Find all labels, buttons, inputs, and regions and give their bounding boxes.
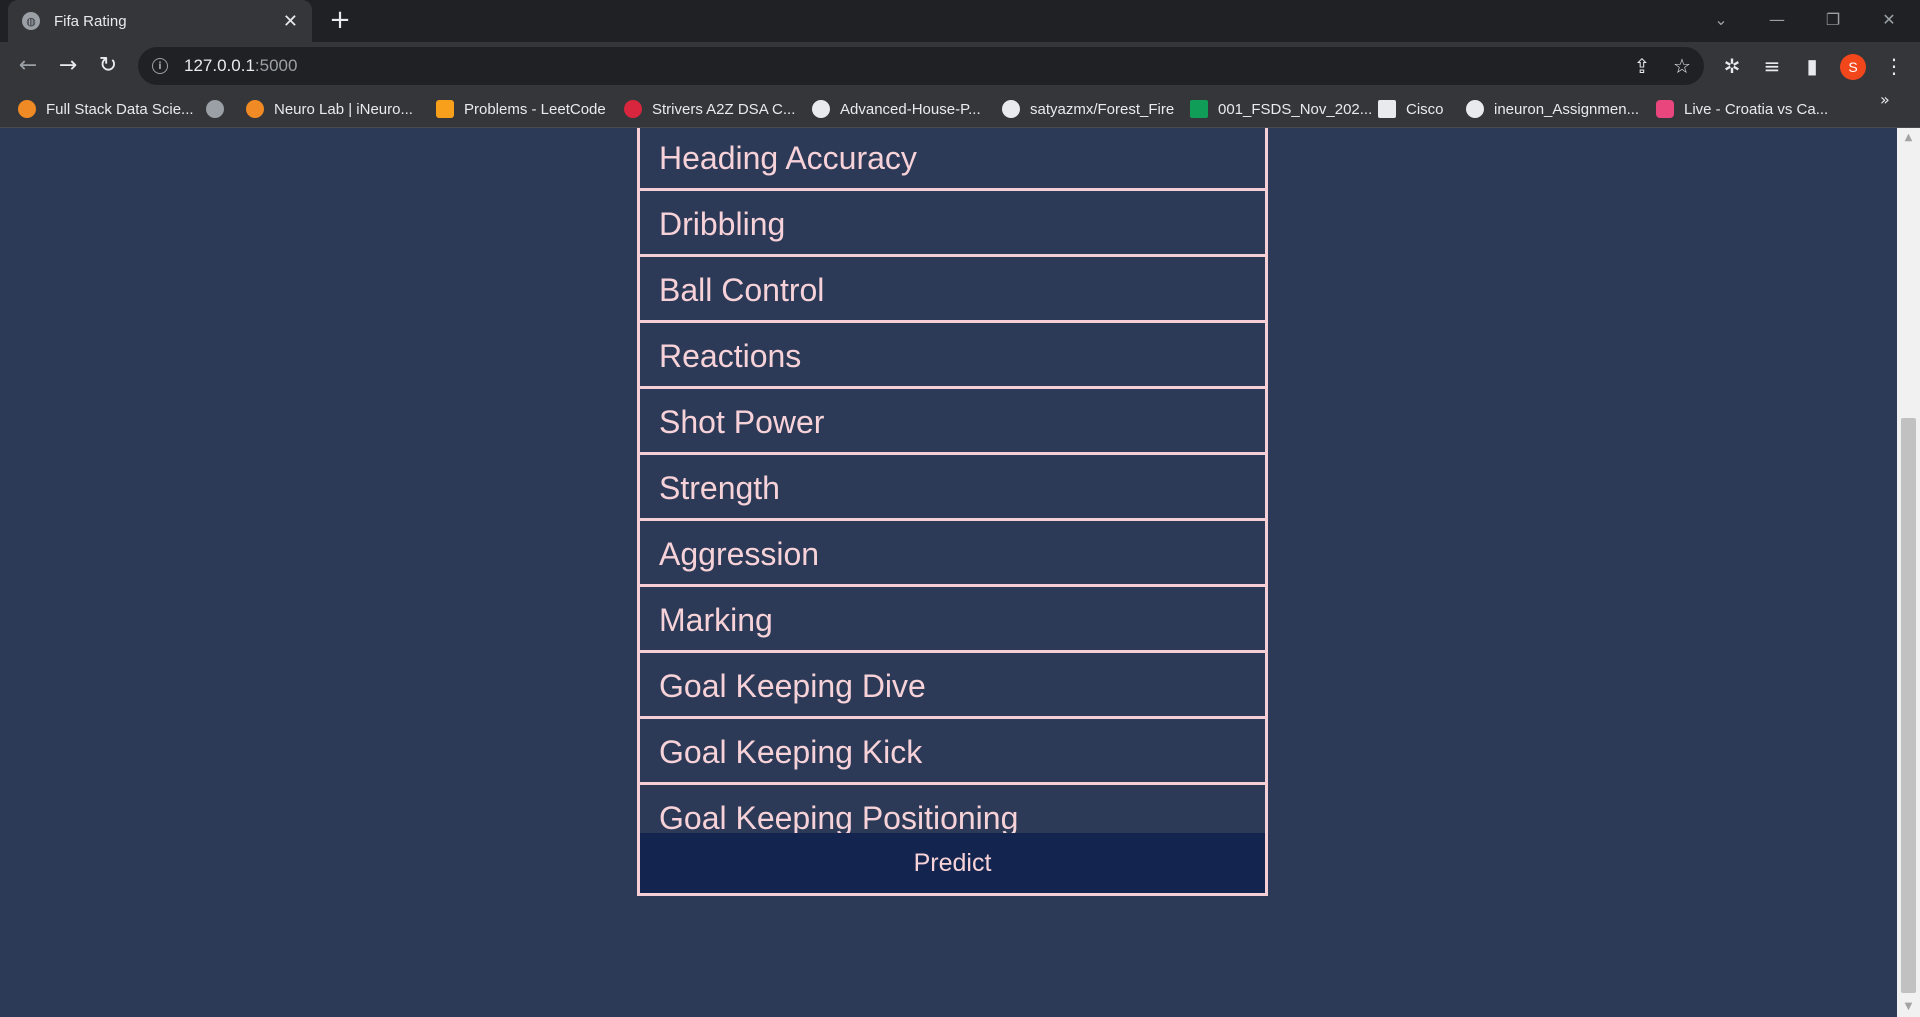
minimize-button[interactable]: — [1752, 4, 1802, 36]
cisco-icon [1378, 100, 1396, 118]
strength-input[interactable]: Strength [640, 458, 1265, 521]
heading-accuracy-input[interactable]: Heading Accuracy [640, 128, 1265, 191]
github-icon [1466, 100, 1484, 118]
bookmark-label: 001_FSDS_Nov_202... [1218, 100, 1373, 118]
bookmark-label: Strivers A2Z DSA C... [652, 100, 796, 118]
browser-toolbar: ← → ↻ i 127.0.0.1:5000 ⇪ ☆ ✲ ≡ ▮ S ⋮ [0, 42, 1920, 90]
rating-form: Heading Accuracy Dribbling Ball Control … [637, 128, 1268, 896]
leetcode-icon [436, 100, 454, 118]
globe-icon [206, 100, 224, 118]
bookmark-item[interactable]: Advanced-House-P... [812, 90, 981, 128]
bookmark-item[interactable]: Cisco [1378, 90, 1444, 128]
bookmark-item[interactable]: Full Stack Data Scie... [18, 90, 194, 128]
bookmark-star-icon[interactable]: ☆ [1668, 52, 1696, 80]
url-port: :5000 [254, 56, 298, 75]
live-tv-icon [1656, 100, 1674, 118]
site-info-icon[interactable]: i [152, 58, 168, 74]
bookmark-item[interactable]: satyazmx/Forest_Fire [1002, 90, 1174, 128]
bookmark-label: Cisco [1406, 100, 1444, 118]
bookmark-label: Problems - LeetCode [464, 100, 606, 118]
bookmark-label: Neuro Lab | iNeuro... [274, 100, 413, 118]
browser-menu-icon[interactable]: ⋮ [1878, 50, 1910, 82]
bookmark-item[interactable]: Problems - LeetCode [436, 90, 606, 128]
github-icon [1002, 100, 1020, 118]
reading-list-icon[interactable]: ≡ [1756, 50, 1788, 82]
ineuron-icon [18, 100, 36, 118]
back-button[interactable]: ← [12, 50, 44, 82]
bookmark-item[interactable]: 001_FSDS_Nov_202... [1190, 90, 1372, 128]
window-close-button[interactable]: ✕ [1864, 4, 1914, 36]
forward-button[interactable]: → [52, 50, 84, 82]
takeuforward-icon [624, 100, 642, 118]
bookmark-label: satyazmx/Forest_Fire [1030, 100, 1175, 118]
goal-keeping-positioning-input[interactable]: Goal Keeping Positioning [640, 788, 1265, 836]
ineuron-icon [246, 100, 264, 118]
reactions-input[interactable]: Reactions [640, 326, 1265, 389]
bookmark-label: Advanced-House-P... [840, 100, 981, 118]
github-icon [812, 100, 830, 118]
scrollbar-thumb[interactable] [1901, 418, 1916, 993]
url-host: 127.0.0.1 [184, 56, 255, 75]
browser-title-bar: ◍ Fifa Rating ✕ + ⌄ — ❐ ✕ [0, 0, 1920, 42]
shot-power-input[interactable]: Shot Power [640, 392, 1265, 455]
tab-close-icon[interactable]: ✕ [283, 11, 298, 32]
dribbling-input[interactable]: Dribbling [640, 194, 1265, 257]
bookmarks-bar: Full Stack Data Scie... Neuro Lab | iNeu… [0, 90, 1920, 128]
aggression-input[interactable]: Aggression [640, 524, 1265, 587]
bookmarks-overflow-icon[interactable]: » [1880, 90, 1890, 128]
profile-avatar[interactable]: S [1840, 54, 1866, 80]
globe-icon: ◍ [22, 12, 40, 30]
bookmark-item[interactable]: Live - Croatia vs Ca... [1656, 90, 1828, 128]
page-scrollbar[interactable]: ▲ ▼ [1897, 128, 1920, 1017]
marking-input[interactable]: Marking [640, 590, 1265, 653]
ball-control-input[interactable]: Ball Control [640, 260, 1265, 323]
scroll-up-arrow-icon[interactable]: ▲ [1897, 128, 1920, 148]
predict-button[interactable]: Predict [640, 833, 1265, 893]
tab-title: Fifa Rating [54, 12, 127, 30]
tab-search-icon[interactable]: ⌄ [1696, 4, 1746, 36]
bookmark-item[interactable] [206, 90, 234, 128]
address-bar[interactable]: i 127.0.0.1:5000 ⇪ ☆ [138, 47, 1704, 85]
bookmark-label: Live - Croatia vs Ca... [1684, 100, 1829, 118]
bookmark-item[interactable]: ineuron_Assignmen... [1466, 90, 1639, 128]
extensions-icon[interactable]: ✲ [1716, 50, 1748, 82]
new-tab-button[interactable]: + [326, 6, 354, 34]
side-panel-icon[interactable]: ▮ [1796, 50, 1828, 82]
scroll-down-arrow-icon[interactable]: ▼ [1897, 997, 1920, 1017]
bookmark-label: Full Stack Data Scie... [46, 100, 194, 118]
browser-tab-active[interactable]: ◍ Fifa Rating ✕ [8, 0, 312, 42]
goal-keeping-kick-input[interactable]: Goal Keeping Kick [640, 722, 1265, 785]
reload-button[interactable]: ↻ [92, 50, 124, 82]
bookmark-label: ineuron_Assignmen... [1494, 100, 1640, 118]
share-icon[interactable]: ⇪ [1628, 52, 1656, 80]
goal-keeping-dive-input[interactable]: Goal Keeping Dive [640, 656, 1265, 719]
google-sheets-icon [1190, 100, 1208, 118]
bookmark-item[interactable]: Neuro Lab | iNeuro... [246, 90, 413, 128]
restore-button[interactable]: ❐ [1808, 4, 1858, 36]
bookmark-item[interactable]: Strivers A2Z DSA C... [624, 90, 795, 128]
